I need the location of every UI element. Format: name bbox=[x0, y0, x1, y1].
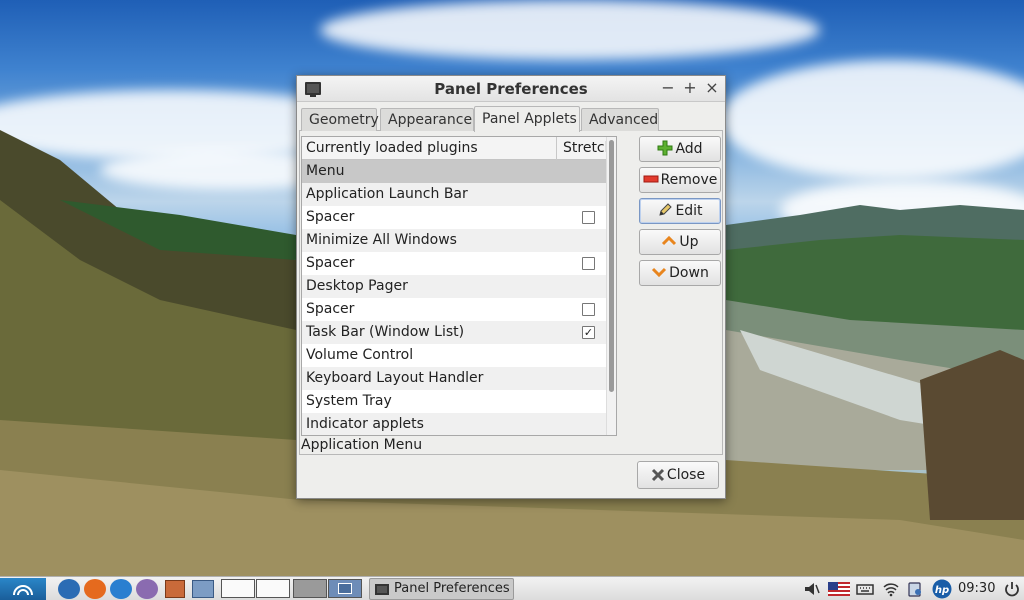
show-desktop-icon[interactable] bbox=[192, 580, 214, 598]
chevron-up-icon bbox=[662, 235, 677, 246]
plugin-row[interactable]: Volume Control bbox=[302, 344, 616, 367]
plugin-name: Desktop Pager bbox=[306, 278, 408, 294]
svg-text:hp: hp bbox=[935, 585, 949, 596]
tab-advanced[interactable]: Advanced bbox=[581, 108, 659, 131]
pager-desktop-2[interactable] bbox=[256, 579, 290, 598]
plugin-name: Keyboard Layout Handler bbox=[306, 370, 484, 386]
plugin-name: Task Bar (Window List) bbox=[306, 324, 465, 340]
thunderbird-icon[interactable] bbox=[110, 579, 132, 599]
pencil-icon bbox=[659, 203, 673, 216]
maximize-button[interactable]: + bbox=[681, 79, 699, 97]
down-label: Down bbox=[669, 265, 709, 281]
column-header-plugins[interactable]: Currently loaded plugins bbox=[306, 137, 478, 160]
up-button[interactable]: Up bbox=[639, 229, 721, 255]
plugin-rows: Menu Application Launch Bar Spacer Minimize… bbox=[302, 160, 616, 435]
plugin-name: Volume Control bbox=[306, 347, 414, 363]
remove-button[interactable]: Remove bbox=[639, 167, 721, 193]
panel-preferences-window: Panel Preferences − + × Geometry Appeara… bbox=[296, 75, 726, 499]
start-menu-button[interactable] bbox=[0, 578, 46, 600]
plugin-name: Indicator applets bbox=[306, 416, 424, 432]
titlebar[interactable]: Panel Preferences − + × bbox=[297, 76, 725, 102]
plugin-row[interactable]: Desktop Pager bbox=[302, 275, 616, 298]
battery-icon[interactable] bbox=[906, 581, 924, 597]
plugin-row[interactable]: Spacer bbox=[302, 252, 616, 275]
stretch-checkbox[interactable] bbox=[582, 211, 595, 224]
plugin-row[interactable]: Spacer bbox=[302, 298, 616, 321]
plugin-row[interactable]: Menu bbox=[302, 160, 616, 183]
plugin-name: Minimize All Windows bbox=[306, 232, 457, 248]
edit-label: Edit bbox=[675, 203, 703, 219]
plugin-name: Spacer bbox=[306, 255, 355, 271]
plugin-name: System Tray bbox=[306, 393, 392, 409]
plugin-row[interactable]: Indicator applets bbox=[302, 413, 616, 435]
plugin-row[interactable]: Application Launch Bar bbox=[302, 183, 616, 206]
chevron-down-icon bbox=[652, 267, 667, 278]
close-icon bbox=[651, 468, 664, 482]
minimize-button[interactable]: − bbox=[659, 79, 677, 97]
tab-panel-applets[interactable]: Panel Applets bbox=[474, 106, 580, 132]
clock[interactable]: 09:30 bbox=[958, 578, 998, 600]
plugin-row[interactable]: Minimize All Windows bbox=[302, 229, 616, 252]
pager-desktop-4[interactable] bbox=[328, 579, 362, 598]
scrollbar-thumb[interactable] bbox=[609, 140, 614, 392]
tab-appearance[interactable]: Appearance bbox=[380, 108, 474, 131]
power-icon[interactable] bbox=[1003, 581, 1021, 597]
plugin-name: Spacer bbox=[306, 209, 355, 225]
start-menu-icon bbox=[13, 585, 33, 596]
taskbar-item-panel-preferences[interactable]: Panel Preferences bbox=[369, 578, 514, 600]
tab-geometry[interactable]: Geometry bbox=[301, 108, 379, 131]
stretch-checkbox[interactable] bbox=[582, 303, 595, 316]
stretch-checkbox[interactable]: ✓ bbox=[582, 326, 595, 339]
web-browser-icon[interactable] bbox=[58, 579, 80, 599]
volume-icon[interactable] bbox=[803, 581, 821, 597]
plugin-name: Spacer bbox=[306, 301, 355, 317]
network-icon[interactable] bbox=[882, 581, 900, 597]
us-flag-icon[interactable] bbox=[828, 582, 850, 596]
plugin-row[interactable]: Task Bar (Window List) ✓ bbox=[302, 321, 616, 344]
plugin-description: Application Menu bbox=[301, 437, 423, 453]
keyboard-icon[interactable] bbox=[856, 581, 874, 597]
plugin-list[interactable]: Currently loaded plugins Stretch Menu App… bbox=[301, 136, 617, 436]
plugin-name: Menu bbox=[306, 163, 345, 179]
scrollbar[interactable] bbox=[606, 137, 616, 435]
hp-icon[interactable]: hp bbox=[931, 579, 953, 599]
taskbar: Panel Preferences hp 09:30 bbox=[0, 576, 1024, 600]
down-button[interactable]: Down bbox=[639, 260, 721, 286]
close-button[interactable]: Close bbox=[637, 461, 719, 489]
add-label: Add bbox=[675, 141, 703, 157]
edit-button[interactable]: Edit bbox=[639, 198, 721, 224]
firefox-icon[interactable] bbox=[84, 579, 106, 599]
pidgin-icon[interactable] bbox=[136, 579, 158, 599]
minus-icon bbox=[643, 175, 659, 183]
taskbar-item-label: Panel Preferences bbox=[394, 581, 510, 596]
close-label: Close bbox=[666, 467, 706, 483]
pager-desktop-3[interactable] bbox=[293, 579, 327, 598]
pager-desktop-1[interactable] bbox=[221, 579, 255, 598]
file-manager-icon[interactable] bbox=[165, 580, 185, 598]
plugin-row[interactable]: System Tray bbox=[302, 390, 616, 413]
up-label: Up bbox=[679, 234, 699, 250]
stretch-checkbox[interactable] bbox=[582, 257, 595, 270]
plugin-row[interactable]: Spacer bbox=[302, 206, 616, 229]
list-header: Currently loaded plugins Stretch bbox=[302, 137, 616, 160]
close-window-button[interactable]: × bbox=[703, 79, 721, 97]
remove-label: Remove bbox=[660, 172, 718, 188]
monitor-icon bbox=[375, 584, 389, 595]
add-button[interactable]: Add bbox=[639, 136, 721, 162]
plugin-row[interactable]: Keyboard Layout Handler bbox=[302, 367, 616, 390]
plugin-name: Application Launch Bar bbox=[306, 186, 468, 202]
plus-icon bbox=[657, 140, 673, 156]
